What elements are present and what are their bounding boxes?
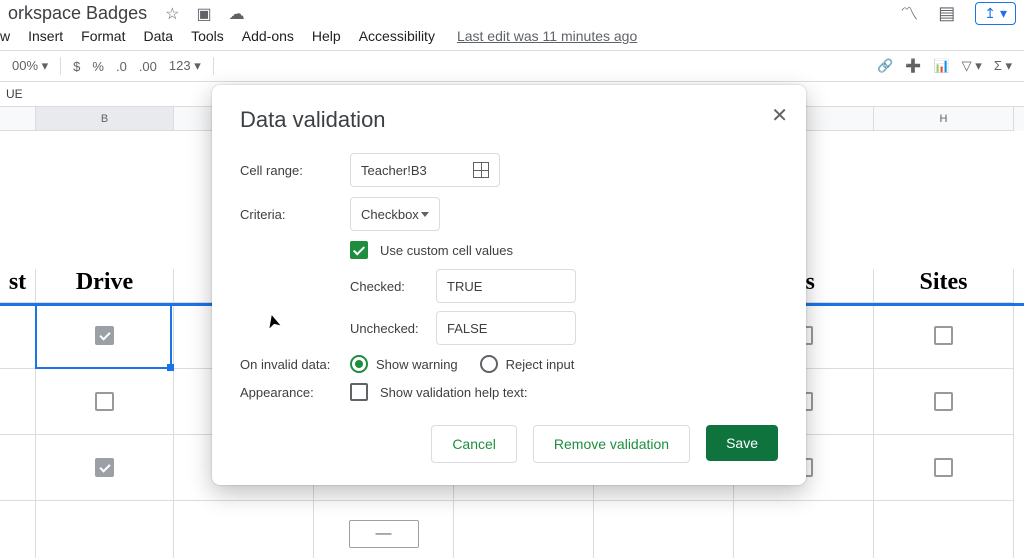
unchecked-label: Unchecked: <box>350 321 436 336</box>
use-custom-values-label: Use custom cell values <box>380 243 513 258</box>
chevron-down-icon <box>421 212 429 217</box>
checked-value-input[interactable]: TRUE <box>436 269 576 303</box>
checked-label: Checked: <box>350 279 436 294</box>
cell-range-value: Teacher!B3 <box>361 163 427 178</box>
show-warning-radio[interactable] <box>350 355 368 373</box>
show-warning-label: Show warning <box>376 357 458 372</box>
select-range-icon[interactable] <box>473 162 489 178</box>
help-text-checkbox[interactable] <box>350 383 368 401</box>
cancel-button[interactable]: Cancel <box>431 425 517 463</box>
criteria-value: Checkbox <box>361 207 419 222</box>
close-icon[interactable]: ✕ <box>771 103 788 128</box>
criteria-dropdown[interactable]: Checkbox <box>350 197 440 231</box>
invalid-data-label: On invalid data: <box>240 357 350 372</box>
data-validation-dialog: ✕ Data validation Cell range: Teacher!B3… <box>212 85 806 485</box>
cell-range-input[interactable]: Teacher!B3 <box>350 153 500 187</box>
remove-validation-button[interactable]: Remove validation <box>533 425 690 463</box>
reject-input-radio[interactable] <box>480 355 498 373</box>
use-custom-values-checkbox[interactable] <box>350 241 368 259</box>
cell-range-label: Cell range: <box>240 163 350 178</box>
reject-input-label: Reject input <box>506 357 575 372</box>
appearance-label: Appearance: <box>240 385 350 400</box>
unchecked-value-input[interactable]: FALSE <box>436 311 576 345</box>
help-text-label: Show validation help text: <box>380 385 527 400</box>
save-button[interactable]: Save <box>706 425 778 461</box>
criteria-label: Criteria: <box>240 207 350 222</box>
dialog-title: Data validation <box>240 107 778 133</box>
